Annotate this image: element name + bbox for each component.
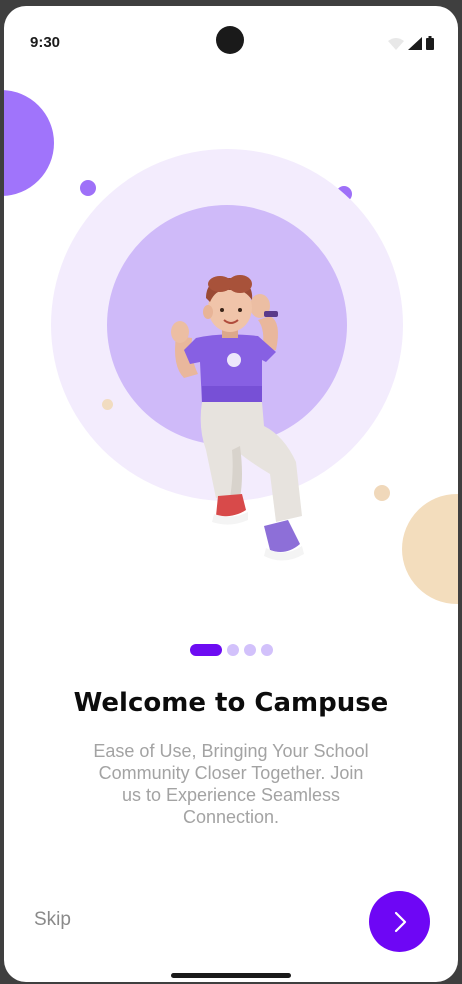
page-indicator-dot[interactable] [227,644,239,656]
chevron-right-icon [394,911,406,932]
wifi-icon [388,38,404,50]
decor-circle-purple [4,90,54,196]
onboarding-title: Welcome to Campuse [73,688,389,718]
next-button[interactable] [369,891,430,952]
status-time: 9:30 [30,34,61,51]
home-indicator[interactable] [171,973,291,978]
subtitle-line: Community Closer Together. Join [98,763,364,783]
boy-character-illustration [171,275,304,561]
decor-dot-purple [80,180,96,196]
subtitle-line: Connection. [182,807,280,827]
decor-circle-peach [402,494,458,604]
battery-icon [426,36,434,50]
page-indicator-dot[interactable] [244,644,256,656]
skip-button[interactable]: Skip [34,909,71,931]
decor-dot-peach [102,399,113,410]
decor-dot-peach [374,485,390,501]
onboarding-subtitle: Ease of Use, Bringing Your School Commun… [62,740,400,828]
device-frame: 9:30 Welcome to Campuse Ease of Use, Bri… [0,0,462,984]
camera-cutout [216,26,244,54]
signal-icon [408,37,422,50]
subtitle-line: us to Experience Seamless [121,785,341,805]
status-icons [388,36,434,50]
page-indicator-dot-active[interactable] [190,644,222,656]
page-indicator [190,644,273,656]
onboarding-screen: 9:30 Welcome to Campuse Ease of Use, Bri… [4,6,458,982]
subtitle-line: Ease of Use, Bringing Your School [93,741,369,761]
page-indicator-dot[interactable] [261,644,273,656]
